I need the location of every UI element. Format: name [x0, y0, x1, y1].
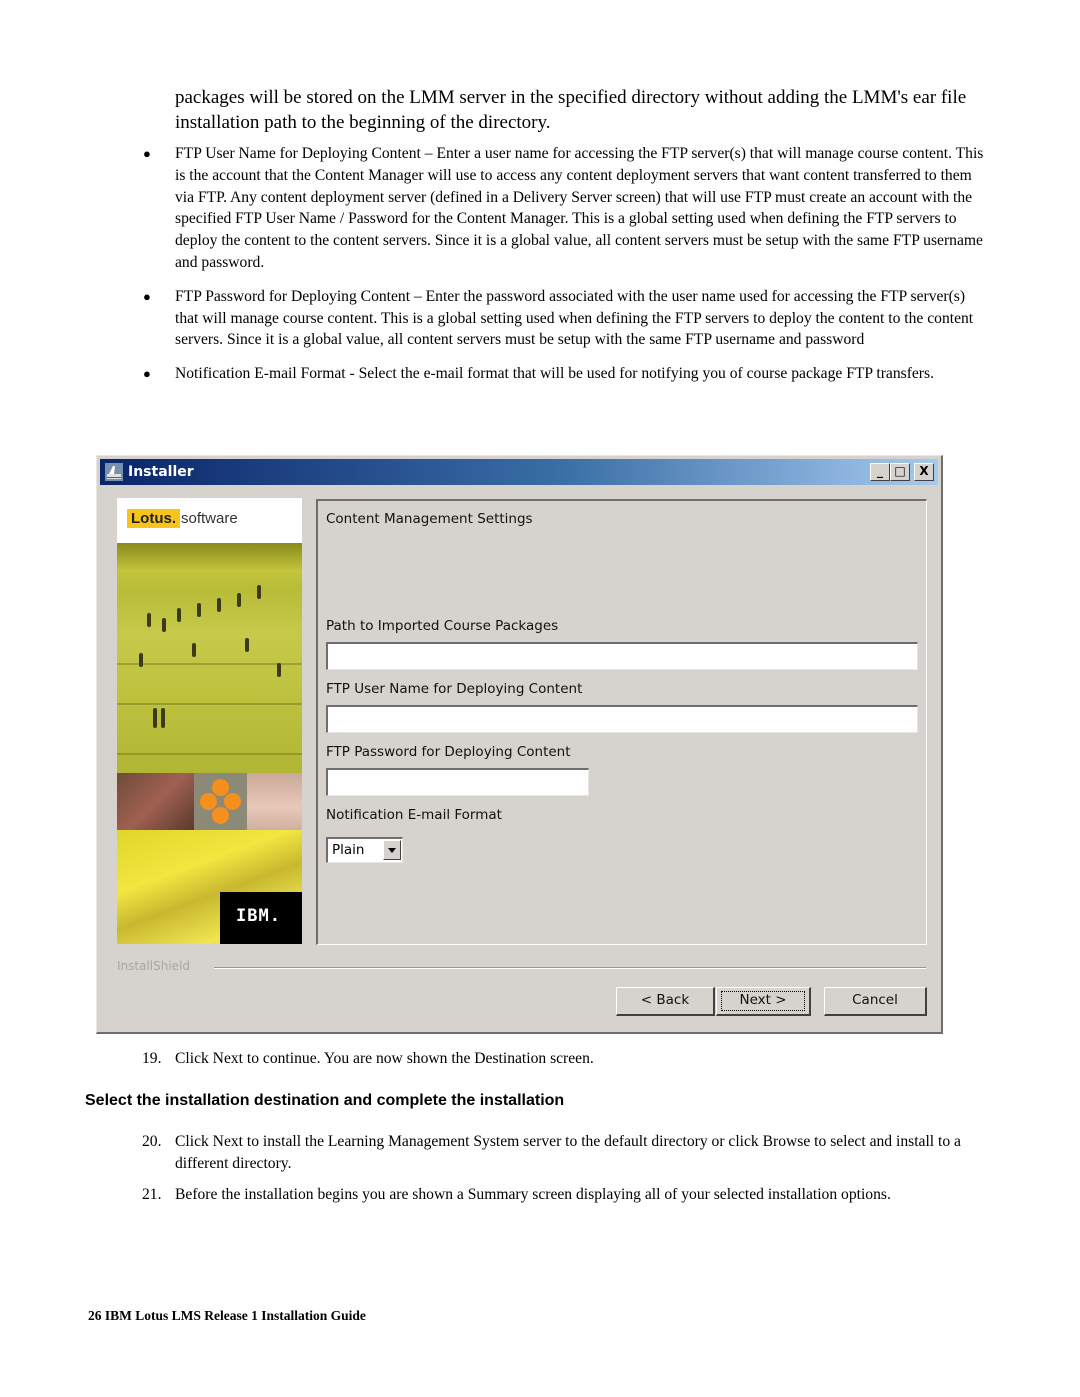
list-item: ● FTP User Name for Deploying Content – E…: [140, 143, 990, 274]
minimize-button[interactable]: _: [870, 463, 890, 481]
hands-photo: [117, 773, 194, 830]
person-figure: [177, 608, 181, 622]
bullet-text: FTP Password for Deploying Content – Ent…: [175, 287, 974, 349]
settings-panel: Content Management Settings Path to Impo…: [316, 499, 927, 945]
step-text: Click Next to install the Learning Manag…: [175, 1133, 961, 1172]
bullet-icon: ●: [143, 146, 151, 161]
lotus-flower-icon: [194, 773, 247, 830]
person-figure: [139, 653, 143, 667]
photo-strip: [117, 773, 302, 830]
person-figure: [147, 613, 151, 627]
ftp-username-label: FTP User Name for Deploying Content: [326, 681, 583, 697]
list-item: ● FTP Password for Deploying Content – En…: [140, 286, 990, 351]
person-figure: [192, 643, 196, 657]
bullet-text: FTP User Name for Deploying Content – En…: [175, 145, 984, 271]
cancel-button[interactable]: Cancel: [824, 987, 927, 1016]
installer-app-icon: [105, 463, 123, 481]
email-format-label: Notification E-mail Format: [326, 807, 502, 823]
face-photo: [247, 773, 302, 830]
software-wordmark: software: [181, 510, 238, 527]
floor-line: [117, 753, 302, 755]
side-banner-image: Lotus. software IBM.: [117, 498, 302, 944]
yellow-photo: IBM.: [117, 830, 302, 944]
email-format-value: Plain: [332, 842, 365, 858]
next-button[interactable]: Next >: [716, 987, 811, 1016]
ftp-password-input[interactable]: [326, 768, 589, 796]
step-number: 21.: [142, 1186, 162, 1203]
step-text: Before the installation begins you are s…: [175, 1186, 891, 1203]
field-description-list: ● FTP User Name for Deploying Content – E…: [140, 143, 990, 397]
section-heading: Select the installation destination and …: [85, 1092, 565, 1109]
bullet-icon: ●: [143, 288, 151, 304]
ibm-logo: IBM.: [220, 892, 302, 944]
ibm-wordmark: IBM.: [236, 906, 281, 926]
person-figure: [257, 585, 261, 599]
person-figure: [162, 618, 166, 632]
installer-window: Installer _ □ X Lotus. software IBM. Con…: [96, 455, 943, 1034]
installshield-label: InstallShield: [117, 959, 191, 973]
floor-line: [117, 703, 302, 705]
person-figure: [277, 663, 281, 677]
crowd-photo: [117, 543, 302, 773]
title-bar[interactable]: Installer _ □ X: [100, 459, 938, 485]
person-figure: [217, 598, 221, 612]
step-number: 19.: [142, 1050, 162, 1067]
chevron-down-icon[interactable]: [383, 840, 401, 860]
page-footer: 26 IBM Lotus LMS Release 1 Installation …: [88, 1308, 366, 1323]
back-button[interactable]: < Back: [616, 987, 715, 1016]
floor-line: [117, 663, 302, 665]
list-item: ● Notification E-mail Format - Select the…: [140, 363, 990, 385]
person-figure: [197, 603, 201, 617]
window-title: Installer: [128, 464, 194, 480]
bullet-icon: ●: [143, 366, 151, 382]
step-text: Click Next to continue. You are now show…: [175, 1050, 594, 1067]
path-input[interactable]: [326, 642, 918, 670]
person-figure: [245, 638, 249, 652]
person-figure: [161, 708, 165, 728]
email-format-select[interactable]: Plain: [326, 837, 403, 863]
ftp-username-input[interactable]: [326, 705, 918, 733]
step-number: 20.: [142, 1133, 162, 1150]
focus-ring: [721, 991, 805, 1011]
person-figure: [153, 708, 157, 728]
maximize-button[interactable]: □: [890, 463, 910, 481]
divider: [214, 967, 926, 969]
close-button[interactable]: X: [914, 463, 934, 481]
intro-paragraph: packages will be stored on the LMM serve…: [175, 87, 967, 133]
lotus-logo: Lotus. software: [117, 498, 302, 543]
person-figure: [237, 593, 241, 607]
lotus-wordmark: Lotus.: [127, 509, 180, 528]
panel-title: Content Management Settings: [326, 511, 533, 527]
bullet-text: Notification E-mail Format - Select the …: [175, 365, 934, 383]
path-label: Path to Imported Course Packages: [326, 618, 559, 634]
ftp-password-label: FTP Password for Deploying Content: [326, 744, 571, 760]
